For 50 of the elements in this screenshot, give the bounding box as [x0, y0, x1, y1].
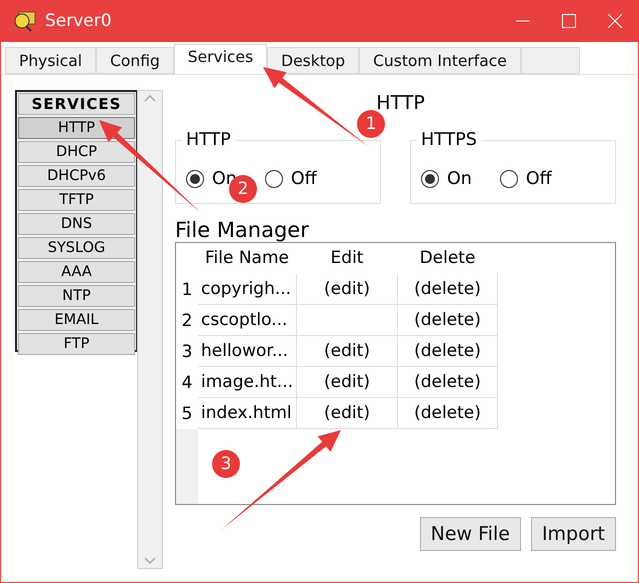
service-item[interactable]: DHCPv6 [18, 165, 135, 187]
delete-link[interactable]: (delete) [398, 274, 498, 305]
row-number: 2 [176, 305, 198, 336]
edit-link[interactable]: (edit) [297, 336, 398, 367]
service-item[interactable]: SYSLOG [18, 237, 135, 259]
file-manager-title: File Manager [175, 218, 309, 242]
service-item[interactable]: TFTP [18, 189, 135, 211]
edit-link[interactable]: (edit) [297, 274, 398, 305]
tab[interactable]: Custom Interface [359, 47, 521, 74]
tab[interactable]: Services [174, 44, 268, 74]
radio-label: Off [290, 169, 317, 189]
action-button[interactable]: Import [530, 517, 616, 551]
close-icon[interactable] [608, 14, 622, 28]
edit-link[interactable]: (edit) [297, 367, 398, 398]
delete-link[interactable]: (delete) [398, 367, 498, 398]
tab[interactable]: Physical [5, 47, 96, 74]
radio-button[interactable] [421, 170, 439, 188]
window-title: Server0 [45, 11, 113, 31]
tab[interactable]: Desktop [267, 47, 360, 74]
radio-label: On [447, 169, 472, 189]
table-cell: cscoptlo... [198, 305, 297, 336]
list-header: SERVICES [18, 93, 135, 115]
action-button[interactable]: New File [420, 517, 521, 551]
tab[interactable]: Config [96, 47, 174, 74]
service-item[interactable]: EMAIL [18, 309, 135, 331]
radio-button[interactable] [264, 170, 283, 188]
radio-button[interactable] [186, 170, 204, 188]
server-app-icon [13, 9, 37, 33]
step-badge: 1 [357, 110, 385, 138]
service-item[interactable]: FTP [18, 333, 135, 355]
delete-link[interactable]: (delete) [398, 398, 498, 429]
table-cell: image.ht... [198, 367, 297, 398]
maximize-icon[interactable] [562, 14, 576, 28]
row-number: 1 [176, 274, 198, 305]
delete-link[interactable]: (delete) [398, 336, 498, 367]
radio-label: Off [526, 169, 552, 189]
table-cell: hellowor... [198, 336, 297, 367]
row-number: 5 [176, 398, 198, 429]
edit-link[interactable]: (edit) [297, 398, 398, 429]
service-item[interactable]: DNS [18, 213, 135, 235]
service-item[interactable]: AAA [18, 261, 135, 283]
service-item[interactable]: HTTP [18, 117, 135, 139]
radio-button[interactable] [500, 170, 518, 188]
service-item[interactable]: DHCP [18, 141, 135, 163]
row-number: 4 [176, 367, 198, 398]
table-cell: index.html [198, 398, 297, 429]
table-cell: copyrigh... [198, 274, 297, 305]
row-number: 3 [176, 336, 198, 367]
delete-link[interactable]: (delete) [398, 305, 498, 336]
service-item[interactable]: NTP [18, 285, 135, 307]
